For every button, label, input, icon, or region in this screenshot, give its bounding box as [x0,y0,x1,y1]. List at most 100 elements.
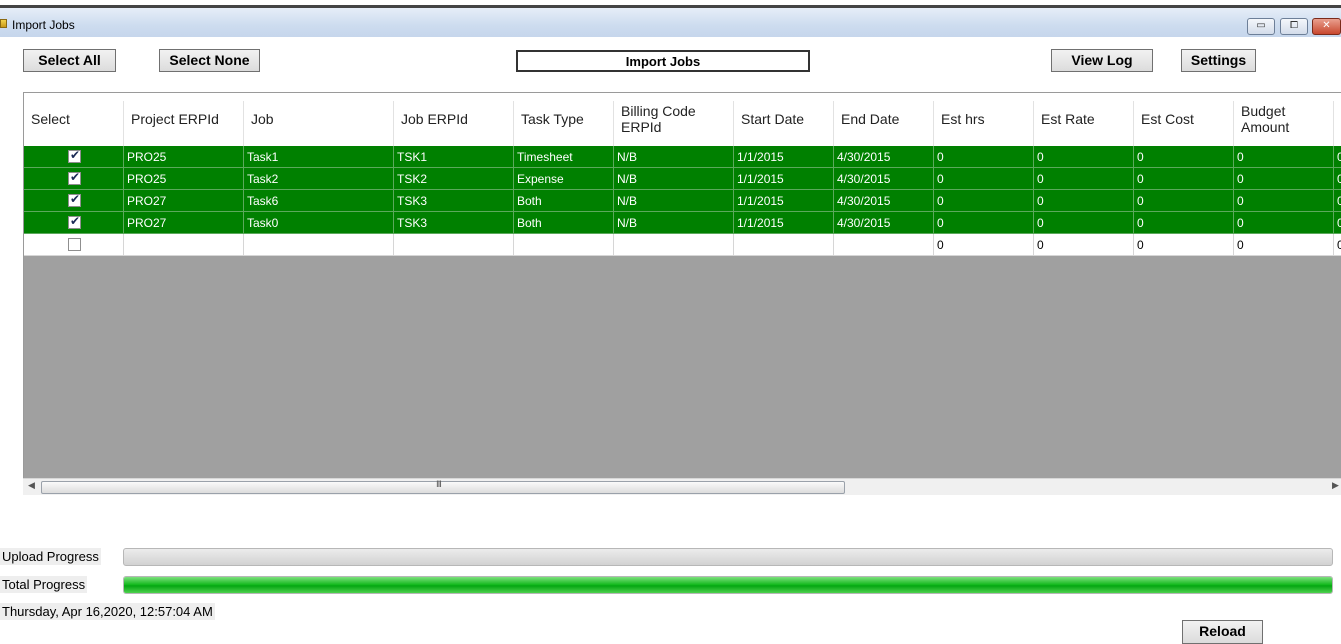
table-cell[interactable] [124,234,244,256]
table-cell[interactable]: 0 [1234,146,1334,168]
table-cell[interactable]: 0 [1134,212,1234,234]
column-header-label: Select [31,111,70,127]
checkmark-icon: ✔ [70,214,81,228]
table-cell[interactable]: 0 [1134,168,1234,190]
table-cell[interactable]: PRO27 [124,212,244,234]
table-row[interactable]: ✔ PRO25 Task1 TSK1 Timesheet N/B 1/1/2015 4/30/… [24,146,1341,168]
table-cell[interactable]: 0 [1334,168,1341,190]
table-cell[interactable]: TSK3 [394,190,514,212]
table-cell[interactable]: 0 [934,168,1034,190]
table-cell[interactable]: Timesheet [514,146,614,168]
title-bar[interactable]: Import Jobs ▭ ⧠ ✕ [0,8,1341,37]
row-checkbox[interactable] [68,238,81,251]
row-checkbox[interactable]: ✔ [68,148,81,163]
row-checkbox[interactable]: ✔ [68,170,81,185]
table-cell[interactable]: N/B [614,168,734,190]
app-icon [0,19,7,28]
table-cell[interactable]: 0 [934,190,1034,212]
column-header-label: Job ERPId [401,111,468,127]
restore-button[interactable]: ⧠ [1280,18,1308,35]
row-checkbox[interactable]: ✔ [68,192,81,207]
table-row[interactable]: ✔ PRO27 Task0 TSK3 Both N/B 1/1/2015 4/30/2015 0… [24,212,1341,234]
table-cell[interactable]: 0 [1334,212,1341,234]
table-cell[interactable]: 0 [1334,146,1341,168]
table-cell[interactable]: PRO27 [124,190,244,212]
table-cell[interactable]: N/B [614,190,734,212]
table-cell[interactable]: N/B [614,146,734,168]
view-log-button[interactable]: View Log [1051,49,1153,72]
scroll-right-icon[interactable]: ▶ [1332,481,1339,491]
table-cell[interactable]: Task0 [244,212,394,234]
table-cell[interactable]: 0 [934,234,1034,256]
table-cell[interactable]: 0 [1034,234,1134,256]
total-progress-bar [123,576,1333,594]
table-cell[interactable]: Both [514,190,614,212]
table-cell[interactable]: N/B [614,212,734,234]
table-cell[interactable]: Task6 [244,190,394,212]
horizontal-scrollbar[interactable]: ◀ III ▶ [23,478,1341,495]
table-cell[interactable]: 0 [1134,146,1234,168]
minimize-icon: ▭ [1256,20,1266,31]
table-row[interactable]: ✔ PRO27 Task6 TSK3 Both N/B 1/1/2015 4/30/2015 0… [24,190,1341,212]
table-cell[interactable]: 4/30/2015 [834,212,934,234]
column-header-label: Start Date [741,111,805,127]
table-cell[interactable]: TSK1 [394,146,514,168]
table-cell[interactable] [514,234,614,256]
table-cell[interactable]: TSK2 [394,168,514,190]
table-cell[interactable]: 4/30/2015 [834,146,934,168]
table-row[interactable]: ✔ PRO25 Task2 TSK2 Expense N/B 1/1/2015 4/30/20… [24,168,1341,190]
table-cell[interactable]: Expense [514,168,614,190]
table-cell[interactable]: 4/30/2015 [834,168,934,190]
table-cell[interactable]: Task1 [244,146,394,168]
scroll-left-icon[interactable]: ◀ [28,481,35,491]
table-cell[interactable] [244,234,394,256]
table-cell[interactable] [734,234,834,256]
column-header-label: Est hrs [941,111,985,127]
table-cell[interactable]: 0 [934,146,1034,168]
table-cell[interactable]: PRO25 [124,146,244,168]
row-checkbox[interactable]: ✔ [68,214,81,229]
column-header-label: End Date [841,111,900,127]
table-cell[interactable]: 1/1/2015 [734,212,834,234]
column-header-label: Budget Amount [1241,103,1290,135]
reload-button[interactable]: Reload [1182,620,1263,644]
import-jobs-button[interactable]: Import Jobs [516,50,810,72]
jobs-grid[interactable]: Select Project ERPId Job Job ERPId Task Type… [23,92,1341,494]
table-cell[interactable]: 1/1/2015 [734,168,834,190]
table-cell[interactable]: 4/30/2015 [834,190,934,212]
table-cell[interactable]: Task2 [244,168,394,190]
table-cell[interactable]: 0 [1034,168,1134,190]
column-header-label: Job [251,111,274,127]
table-cell[interactable]: 0 [1334,234,1341,256]
table-row[interactable]: 00000 [24,234,1341,256]
close-button[interactable]: ✕ [1312,18,1341,35]
table-cell[interactable]: PRO25 [124,168,244,190]
table-cell[interactable]: TSK3 [394,212,514,234]
table-cell[interactable]: 1/1/2015 [734,146,834,168]
table-cell[interactable]: Both [514,212,614,234]
upload-progress-label: Upload Progress [0,548,101,565]
table-cell[interactable]: 0 [1234,212,1334,234]
table-cell[interactable]: 0 [1234,168,1334,190]
table-cell[interactable]: 1/1/2015 [734,190,834,212]
table-cell[interactable]: 0 [1234,234,1334,256]
table-cell[interactable]: 0 [1034,190,1134,212]
table-cell[interactable]: 0 [1034,212,1134,234]
table-cell[interactable]: 0 [1034,146,1134,168]
select-all-button[interactable]: Select All [23,49,116,72]
table-cell[interactable]: 0 [1134,190,1234,212]
settings-button[interactable]: Settings [1181,49,1256,72]
minimize-button[interactable]: ▭ [1247,18,1275,35]
scrollbar-thumb[interactable]: III [41,480,845,494]
select-none-button[interactable]: Select None [159,49,260,72]
table-cell[interactable]: 0 [934,212,1034,234]
select-cell: ✔ [24,212,124,234]
table-cell[interactable]: 0 [1334,190,1341,212]
table-cell[interactable]: 0 [1134,234,1234,256]
import-jobs-window: Import Jobs ▭ ⧠ ✕ Select All Select None… [0,0,1341,644]
checkmark-icon: ✔ [70,148,81,162]
table-cell[interactable]: 0 [1234,190,1334,212]
table-cell[interactable] [834,234,934,256]
table-cell[interactable] [394,234,514,256]
table-cell[interactable] [614,234,734,256]
